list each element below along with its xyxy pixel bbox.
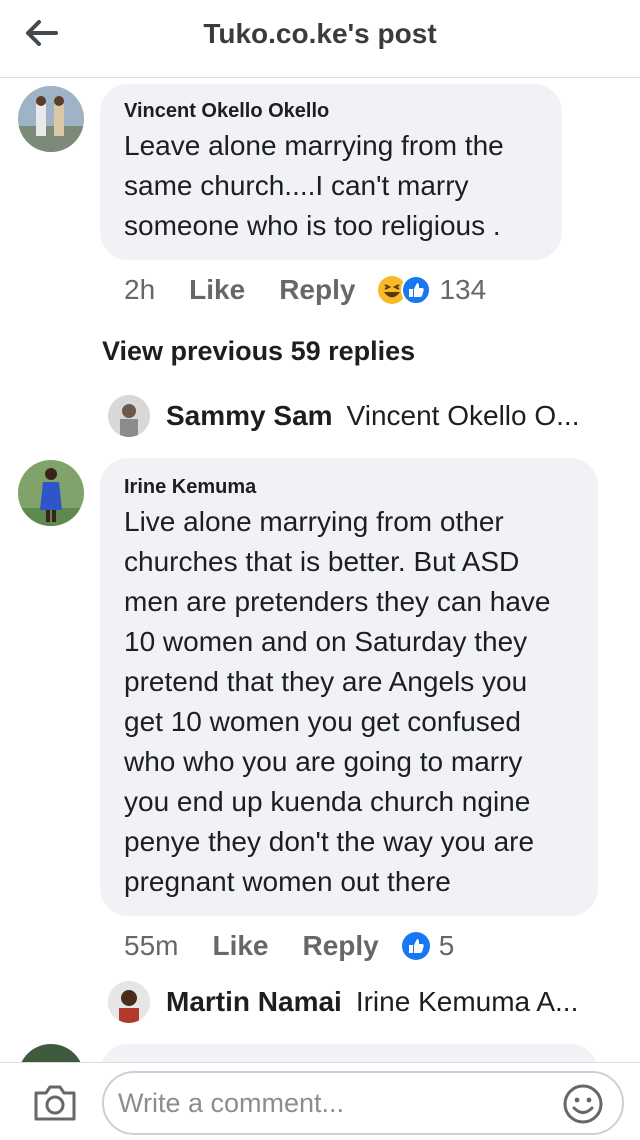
comment-text-line: Live alone marrying from other [124,506,504,537]
camera-button[interactable] [32,1083,78,1123]
avatar-photo [18,86,84,152]
comment-text-line: get 10 women you get confused [124,706,521,737]
page-title: Tuko.co.ke's post [203,18,437,49]
reaction-summary[interactable]: 5 [401,930,455,962]
comment-text-line: pregnant women out there [124,866,451,897]
reaction-count: 134 [439,274,487,305]
reply-author: Martin Namai [166,986,342,1017]
avatar-martin [108,981,150,1023]
comment-timestamp: 2h [124,274,156,305]
comment-text-line: men are pretenders they can have [124,586,551,617]
like-icon [401,932,430,960]
comment-text-line: who who you are going to marry [124,746,523,777]
comment-timestamp: 55m [124,930,179,961]
reaction-count: 5 [438,930,455,961]
comment-text-line: churches that is better. But ASD [124,546,520,577]
avatar-sammy [108,395,150,437]
comment-text-line: you end up kuenda church ngine [124,786,531,817]
comment-composer [0,1062,640,1140]
avatar-photo [18,460,84,526]
reply-preview[interactable]: Martin Namai Irine Kemuma A... [108,980,578,1024]
avatar-photo [108,981,150,1023]
comment-text-line: someone who is too religious . [124,210,501,241]
reply-button[interactable]: Reply [303,930,379,962]
comment-author[interactable]: Irine Kemuma [124,476,256,499]
avatar-photo [108,395,150,437]
comment-text-line: 10 women and on Saturday they [124,626,528,657]
emoji-icon [563,1084,603,1124]
comment-text-line: penye they don't the way you are [124,826,535,857]
comment-input[interactable] [118,1083,548,1123]
avatar-vincent[interactable] [18,86,84,152]
like-icon [401,275,432,305]
view-previous-replies[interactable]: View previous 59 replies [102,336,415,367]
comment-actions: 55m Like Reply 5 [124,930,454,962]
camera-icon [34,1085,76,1121]
reaction-summary[interactable]: 134 [377,274,486,306]
reply-preview-text: Irine Kemuma A... [355,986,579,1017]
reply-button[interactable]: Reply [279,274,355,306]
reply-author: Sammy Sam [166,400,333,431]
comment-text-line: Leave alone marrying from the [124,130,504,161]
comment-input-box[interactable] [102,1071,624,1135]
avatar-irine[interactable] [18,460,84,526]
comment-author[interactable]: Vincent Okello Okello [124,100,329,123]
reply-preview-text: Vincent Okello O... [346,400,580,431]
reply-preview[interactable]: Sammy Sam Vincent Okello O... [108,394,579,438]
comment-actions: 2h Like Reply 134 [124,274,486,306]
post-header: Tuko.co.ke's post [0,0,640,78]
emoji-button[interactable] [562,1083,604,1125]
comment-text-line: pretend that they are Angels you [124,666,528,697]
comment-text-line: same church....I can't marry [124,170,469,201]
like-button[interactable]: Like [212,930,268,962]
like-button[interactable]: Like [189,274,245,306]
